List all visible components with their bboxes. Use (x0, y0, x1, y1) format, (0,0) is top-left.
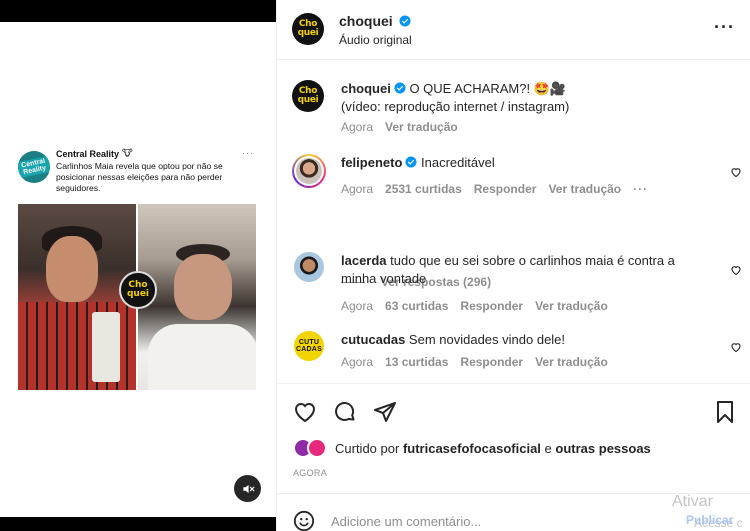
commenter-avatar[interactable] (292, 154, 326, 188)
comment-text: lacerda tudo que eu sei sobre o carlinho… (341, 252, 712, 288)
comment-bubble-icon[interactable] (333, 400, 357, 424)
publish-button[interactable]: Publicar (686, 513, 733, 527)
comment-text: cutucadas Sem novidades vindo dele! (341, 331, 712, 349)
comment-body: tudo que eu sei sobre o carlinhos maia é… (341, 253, 675, 286)
comment-meta: Agora 2531 curtidas Responder Ver traduç… (341, 182, 648, 196)
tweet-header: Central Reality Central Reality 🐮 Carlin… (18, 148, 258, 194)
header-avatar[interactable]: Cho quei (292, 13, 324, 45)
verified-badge-icon (394, 82, 406, 94)
comment-time: Agora (341, 299, 374, 313)
video-panel[interactable]: Central Reality Central Reality 🐮 Carlin… (0, 0, 276, 531)
comment-meta: Agora 13 curtidas Responder Ver tradução (341, 355, 608, 369)
comment-likes[interactable]: 13 curtidas (385, 355, 448, 369)
tweet-card: Central Reality Central Reality 🐮 Carlin… (18, 148, 258, 390)
tweet-body: Carlinhos Maia revela que optou por não … (56, 161, 223, 193)
post-header: Cho quei choquei Áudio original ··· (277, 0, 750, 60)
save-bookmark-icon[interactable] (713, 400, 737, 424)
reply-button[interactable]: Responder (460, 355, 523, 369)
comment-time: Agora (341, 355, 374, 369)
caption-text: choquei O QUE ACHARAM?! 🤩🎥 (vídeo: repro… (341, 80, 712, 116)
tweet-author-emoji: 🐮 (122, 148, 133, 158)
liker-avatar[interactable] (307, 438, 327, 458)
comment-body: Inacreditável (417, 155, 495, 170)
tweet-images: Cho quei (18, 204, 256, 390)
header-username[interactable]: choquei (339, 13, 411, 29)
more-options-icon[interactable]: ··· (714, 18, 735, 36)
caption-translate-link[interactable]: Ver tradução (385, 120, 458, 134)
comment-cutucadas: CUTU CADAS cutucadas Sem novidades vindo … (292, 331, 742, 381)
caption-row: Cho quei choquei O QUE ACHARAM?! 🤩🎥 (víde… (292, 80, 742, 140)
tweet-more-icon: ··· (242, 148, 254, 158)
like-comment-heart-icon[interactable] (730, 264, 742, 276)
comments-list: Cho quei choquei O QUE ACHARAM?! 🤩🎥 (víde… (277, 60, 750, 383)
comment-meta: Agora 63 curtidas Responder Ver tradução (341, 299, 608, 313)
video-bottom-bar (0, 517, 276, 531)
like-comment-heart-icon[interactable] (730, 166, 742, 178)
original-audio-link[interactable]: Áudio original (339, 33, 412, 47)
share-send-icon[interactable] (373, 400, 397, 424)
video-top-bar (0, 0, 276, 22)
liked-by-summary: Curtido por futricasefofocasoficial e ou… (293, 438, 651, 458)
comment-username[interactable]: felipeneto (341, 155, 402, 170)
verified-badge-icon (405, 156, 417, 168)
like-heart-icon[interactable] (293, 400, 317, 424)
liked-by-others[interactable]: outras pessoas (555, 441, 650, 456)
comment-text: felipeneto Inacreditável (341, 154, 712, 172)
liked-by-conjunction: e (540, 440, 556, 456)
caption-body: O QUE ACHARAM?! 🤩🎥 (405, 81, 567, 96)
reply-button[interactable]: Responder (460, 299, 523, 313)
like-comment-heart-icon[interactable] (730, 341, 742, 353)
translate-link[interactable]: Ver tradução (535, 355, 608, 369)
caption-username[interactable]: choquei (341, 81, 391, 96)
tweet-avatar-label: Central Reality (18, 155, 50, 179)
emoji-picker-icon[interactable] (293, 510, 315, 531)
tweet-author-name: Central Reality (56, 148, 120, 159)
photo-left (18, 204, 136, 390)
speaker-muted-icon (242, 484, 254, 493)
comment-time: Agora (341, 182, 374, 196)
liker-avatars[interactable] (293, 438, 327, 458)
caption-time: Agora (341, 120, 374, 134)
reply-button[interactable]: Responder (474, 182, 537, 196)
caption-body-line2: (vídeo: reprodução internet / instagram) (341, 99, 570, 114)
liked-by-user[interactable]: futricasefofocasoficial (403, 441, 541, 456)
mute-button[interactable] (234, 475, 261, 502)
comment-felipeneto: felipeneto Inacreditável Agora 2531 curt… (292, 154, 742, 214)
liked-by-label: Curtido por (335, 440, 400, 456)
post-timestamp[interactable]: AGORA (293, 468, 327, 478)
caption-meta: Agora Ver tradução (341, 120, 458, 134)
comment-likes[interactable]: 63 curtidas (385, 299, 448, 313)
choquei-watermark-logo: Cho quei (119, 271, 157, 309)
comment-likes[interactable]: 2531 curtidas (385, 182, 462, 196)
caption-avatar[interactable]: Cho quei (292, 80, 324, 112)
tweet-author: Central Reality 🐮 (56, 148, 258, 159)
photo-right (138, 204, 256, 390)
tweet-avatar: Central Reality (18, 151, 50, 183)
comment-more-icon[interactable]: ··· (633, 182, 648, 196)
post-actions: Curtido por futricasefofocasoficial e ou… (277, 383, 750, 493)
commenter-avatar[interactable]: CUTU CADAS (294, 331, 324, 361)
comment-lacerda: lacerda tudo que eu sei sobre o carlinho… (292, 252, 742, 313)
commenter-avatar[interactable] (294, 252, 324, 282)
comment-input[interactable] (331, 512, 651, 530)
comment-username[interactable]: lacerda (341, 253, 387, 268)
translate-link[interactable]: Ver tradução (535, 299, 608, 313)
comment-username[interactable]: cutucadas (341, 332, 405, 347)
verified-badge-icon (399, 15, 411, 27)
post-side-panel: Cho quei choquei Áudio original ··· Cho qu… (276, 0, 750, 531)
windows-activation-watermark: Ativar (672, 493, 713, 510)
header-username-text[interactable]: choquei (339, 13, 393, 29)
comment-body: Sem novidades vindo dele! (405, 332, 566, 347)
translate-link[interactable]: Ver tradução (548, 182, 621, 196)
